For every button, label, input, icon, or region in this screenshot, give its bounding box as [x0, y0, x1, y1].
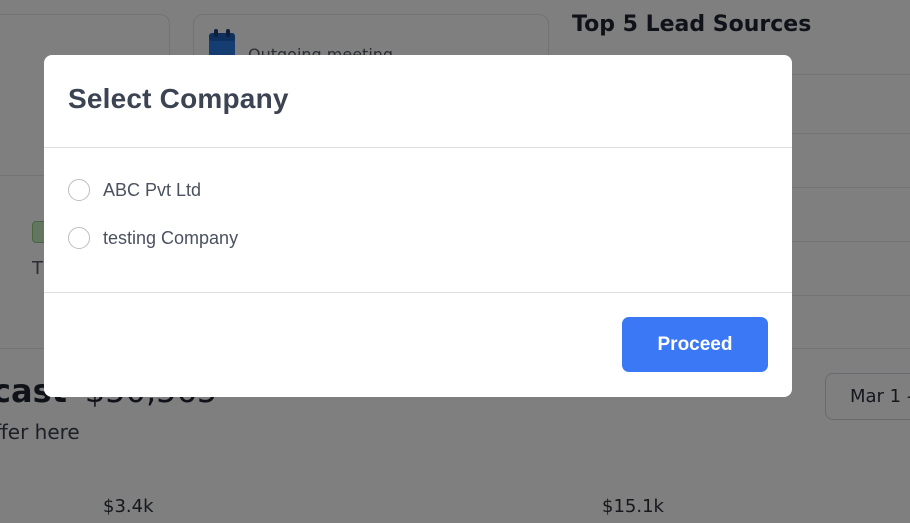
company-option-label: ABC Pvt Ltd [103, 179, 202, 200]
proceed-button[interactable]: Proceed [622, 317, 768, 372]
radio-button[interactable] [68, 179, 90, 201]
company-option-label: testing Company [103, 227, 239, 248]
company-option-abc-pvt-ltd[interactable]: ABC Pvt Ltd [68, 179, 201, 201]
modal-title: Select Company [68, 83, 289, 114]
company-options-list: ABC Pvt Ltd testing Company [44, 148, 792, 293]
modal-header: Select Company [44, 55, 792, 148]
radio-button[interactable] [68, 227, 90, 249]
company-option-testing-company[interactable]: testing Company [68, 227, 238, 249]
modal-footer: Proceed [44, 293, 792, 397]
